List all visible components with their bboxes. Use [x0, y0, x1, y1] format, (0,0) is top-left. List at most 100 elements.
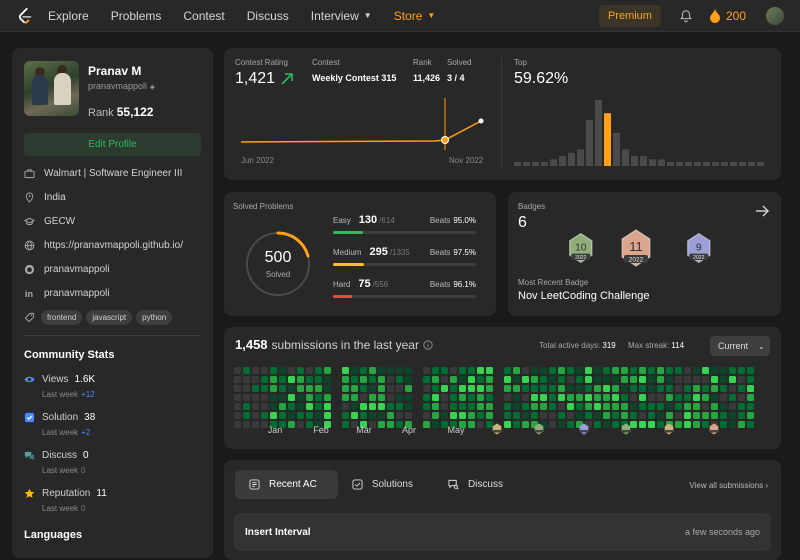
- heatmap-cell[interactable]: [639, 421, 646, 428]
- heatmap-cell[interactable]: [684, 376, 691, 383]
- heatmap-cell[interactable]: [342, 367, 349, 374]
- heatmap-cell[interactable]: [711, 412, 718, 419]
- heatmap-cell[interactable]: [522, 376, 529, 383]
- heatmap-cell[interactable]: [378, 376, 385, 383]
- github-link[interactable]: pranavmappoli: [44, 264, 110, 275]
- heatmap-cell[interactable]: [423, 403, 430, 410]
- heatmap-cell[interactable]: [729, 385, 736, 392]
- linkedin-link[interactable]: pranavmappoli: [44, 288, 110, 299]
- heatmap-cell[interactable]: [297, 394, 304, 401]
- premium-button[interactable]: Premium: [598, 4, 661, 27]
- heatmap-cell[interactable]: [639, 367, 646, 374]
- heatmap-cell[interactable]: [729, 412, 736, 419]
- heatmap-cell[interactable]: [549, 412, 556, 419]
- heatmap-cell[interactable]: [684, 394, 691, 401]
- skill-tag[interactable]: python: [136, 310, 173, 325]
- histogram-bar[interactable]: [640, 156, 647, 166]
- heatmap-cell[interactable]: [693, 394, 700, 401]
- histogram-bar[interactable]: [757, 162, 764, 166]
- heatmap-cell[interactable]: [477, 403, 484, 410]
- heatmap-cell[interactable]: [297, 367, 304, 374]
- heatmap-cell[interactable]: [522, 421, 529, 428]
- heatmap-cell[interactable]: [648, 367, 655, 374]
- heatmap-cell[interactable]: [657, 385, 664, 392]
- heatmap-cell[interactable]: [243, 367, 250, 374]
- histogram-bar[interactable]: [748, 162, 755, 166]
- badge-item[interactable]: 9 2022: [687, 232, 711, 264]
- heatmap-cell[interactable]: [729, 403, 736, 410]
- heatmap-cell[interactable]: [243, 385, 250, 392]
- heatmap-cell[interactable]: [369, 394, 376, 401]
- heatmap-cell[interactable]: [585, 376, 592, 383]
- heatmap-cell[interactable]: [729, 376, 736, 383]
- info-icon[interactable]: [423, 339, 433, 350]
- heatmap-cell[interactable]: [639, 394, 646, 401]
- nav-interview[interactable]: Interview ▼: [311, 9, 372, 23]
- heatmap-cell[interactable]: [630, 367, 637, 374]
- heatmap-cell[interactable]: [459, 367, 466, 374]
- heatmap-cell[interactable]: [360, 367, 367, 374]
- heatmap-cell[interactable]: [315, 376, 322, 383]
- heatmap-cell[interactable]: [279, 412, 286, 419]
- heatmap-cell[interactable]: [360, 376, 367, 383]
- heatmap-cell[interactable]: [666, 412, 673, 419]
- heatmap-cell[interactable]: [396, 385, 403, 392]
- heatmap-cell[interactable]: [702, 421, 709, 428]
- heatmap-cell[interactable]: [504, 421, 511, 428]
- heatmap-cell[interactable]: [576, 412, 583, 419]
- heatmap-cell[interactable]: [459, 394, 466, 401]
- heatmap-cell[interactable]: [747, 421, 754, 428]
- heatmap-cell[interactable]: [423, 421, 430, 428]
- heatmap-cell[interactable]: [468, 403, 475, 410]
- heatmap-cell[interactable]: [711, 385, 718, 392]
- heatmap-cell[interactable]: [306, 376, 313, 383]
- heatmap-cell[interactable]: [396, 412, 403, 419]
- heatmap-cell[interactable]: [396, 394, 403, 401]
- heatmap-cell[interactable]: [504, 394, 511, 401]
- heatmap-cell[interactable]: [387, 394, 394, 401]
- heatmap-cell[interactable]: [360, 385, 367, 392]
- heatmap-cell[interactable]: [450, 412, 457, 419]
- heatmap-cell[interactable]: [234, 421, 241, 428]
- histogram-bar[interactable]: [658, 159, 665, 166]
- heatmap-cell[interactable]: [387, 385, 394, 392]
- heatmap-cell[interactable]: [243, 421, 250, 428]
- heatmap-cell[interactable]: [405, 367, 412, 374]
- heatmap-cell[interactable]: [558, 421, 565, 428]
- heatmap-cell[interactable]: [288, 367, 295, 374]
- heatmap-cell[interactable]: [432, 394, 439, 401]
- heatmap-cell[interactable]: [684, 385, 691, 392]
- heatmap-cell[interactable]: [684, 403, 691, 410]
- heatmap-cell[interactable]: [612, 385, 619, 392]
- heatmap-cell[interactable]: [387, 403, 394, 410]
- heatmap-cell[interactable]: [630, 385, 637, 392]
- heatmap-cell[interactable]: [369, 385, 376, 392]
- heatmap-cell[interactable]: [513, 385, 520, 392]
- heatmap-cell[interactable]: [441, 376, 448, 383]
- heatmap-cell[interactable]: [549, 394, 556, 401]
- heatmap-cell[interactable]: [252, 412, 259, 419]
- heatmap-cell[interactable]: [576, 403, 583, 410]
- heatmap-cell[interactable]: [459, 403, 466, 410]
- heatmap-cell[interactable]: [468, 412, 475, 419]
- streak-count[interactable]: 200: [726, 9, 746, 23]
- heatmap-cell[interactable]: [603, 367, 610, 374]
- heatmap-cell[interactable]: [612, 403, 619, 410]
- histogram-bar[interactable]: [703, 162, 710, 166]
- heatmap-cell[interactable]: [279, 394, 286, 401]
- heatmap-cell[interactable]: [450, 403, 457, 410]
- heatmap-cell[interactable]: [369, 403, 376, 410]
- heatmap-cell[interactable]: [639, 412, 646, 419]
- heatmap-cell[interactable]: [252, 385, 259, 392]
- histogram-bar[interactable]: [667, 162, 674, 166]
- heatmap-cell[interactable]: [621, 385, 628, 392]
- heatmap-cell[interactable]: [288, 412, 295, 419]
- heatmap-cell[interactable]: [549, 403, 556, 410]
- heatmap-cell[interactable]: [693, 403, 700, 410]
- heatmap-cell[interactable]: [504, 385, 511, 392]
- heatmap-cell[interactable]: [297, 412, 304, 419]
- heatmap-cell[interactable]: [675, 403, 682, 410]
- rating-point-last[interactable]: [478, 118, 484, 124]
- heatmap-cell[interactable]: [288, 385, 295, 392]
- heatmap-cell[interactable]: [657, 394, 664, 401]
